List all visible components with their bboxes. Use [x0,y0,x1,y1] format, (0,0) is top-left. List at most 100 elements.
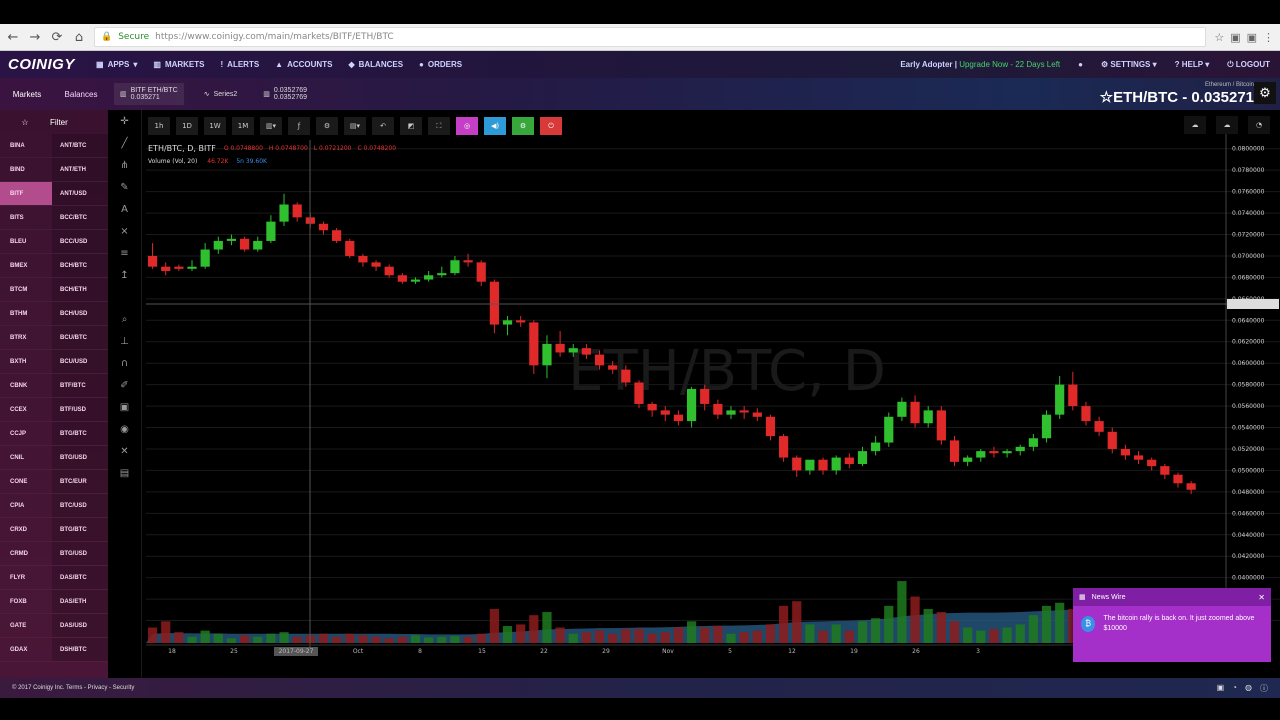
sidebar-row[interactable]: BIND ANT/ETH [0,158,108,182]
crosshair-icon[interactable]: ✛ [108,110,141,132]
market-pair[interactable]: BTC/USD [52,494,108,517]
address-bar[interactable]: 🔒 Secure https://www.coinigy.com/main/ma… [94,27,1207,47]
exchange-code[interactable]: BITF [0,182,52,205]
news-wire-popup[interactable]: ▦ News Wire ✕ ₿ The bitcoin rally is bac… [1073,588,1271,662]
fullscreen-icon[interactable]: ⛶ [428,117,450,135]
market-pair[interactable]: DAS/BTC [52,566,108,589]
market-pair[interactable]: BTF/BTC [52,374,108,397]
sidebar-row[interactable]: CCEX BTF/USD [0,398,108,422]
volume-icon[interactable]: ◀) [484,117,506,135]
exchange-code[interactable]: BINA [0,143,52,149]
sidebar-row[interactable]: BTCM BCH/ETH [0,278,108,302]
exchange-code[interactable]: CRXD [0,527,52,533]
chart-tab-3[interactable]: ▥ 0.0352769 0.0352769 [257,83,313,105]
arrow-icon[interactable]: ↥ [108,264,141,286]
pencil-icon[interactable]: ✐ [108,374,141,396]
camera-icon[interactable]: ◩ [400,117,422,135]
market-pair[interactable]: BTG/USD [52,542,108,565]
trash-icon[interactable]: ▤ [108,462,141,484]
sidebar-row[interactable]: CBNK BTF/BTC [0,374,108,398]
market-pair[interactable]: BCC/BTC [52,206,108,229]
nav-balances[interactable]: ◆ BALANCES [348,60,403,69]
indicators-icon[interactable]: ƒ [288,117,310,135]
nav-orders[interactable]: ● ORDERS [419,60,462,69]
sidebar-row[interactable]: CCJP BTG/BTC [0,422,108,446]
nav-alerts[interactable]: ! ALERTS [221,60,260,69]
exchange-code[interactable]: BTHM [0,311,52,317]
exchange-code[interactable]: BITS [0,215,52,221]
market-pair[interactable]: BTG/BTC [52,422,108,445]
sell-icon[interactable]: ⏻ [540,117,562,135]
sidebar-row[interactable]: CNIL BTG/USD [0,446,108,470]
chat-icon[interactable]: ◔ [1232,683,1237,694]
symbol-label[interactable]: ETH/BTC, D, BITF [148,144,216,153]
market-pair[interactable]: BCU/USD [52,350,108,373]
gear-icon[interactable]: ⚙ [1254,82,1276,104]
market-pair[interactable]: BCH/BTC [52,254,108,277]
magnet-icon[interactable]: ∩ [108,352,141,374]
nav-help[interactable]: ? HELP ▾ [1175,60,1210,69]
home-icon[interactable]: ⌂ [72,30,86,45]
status-icon[interactable]: ▣ [1217,683,1225,694]
sidebar-row[interactable]: GATE DAS/USD [0,614,108,638]
forward-icon[interactable]: → [28,30,42,45]
lock-tool-icon[interactable]: ▣ [108,396,141,418]
favorites-star-icon[interactable]: ☆ [0,118,50,127]
gauge-icon[interactable]: ◔ [1248,116,1270,134]
trendline-icon[interactable]: ╱ [108,132,141,154]
template-icon[interactable]: ▤▾ [344,117,366,135]
interval-1d[interactable]: 1D [176,117,198,135]
sidebar-row[interactable]: CPIA BTC/USD [0,494,108,518]
nav-settings[interactable]: ⚙ SETTINGS ▾ [1101,60,1157,69]
extension-icon[interactable]: ▣ [1247,31,1257,44]
exchange-code[interactable]: BXTH [0,359,52,365]
coinigy-logo[interactable]: COINIGY [0,56,96,73]
tab-balances[interactable]: Balances [54,90,108,99]
sidebar-row[interactable]: CRMD BTG/USD [0,542,108,566]
exchange-code[interactable]: BTRX [0,335,52,341]
sidebar-row[interactable]: BXTH BCU/USD [0,350,108,374]
exchange-code[interactable]: CPIA [0,503,52,509]
menu-icon[interactable]: ⋮ [1263,31,1274,44]
market-pair[interactable]: BTG/USD [52,446,108,469]
exchange-code[interactable]: CBNK [0,383,52,389]
sidebar-row[interactable]: FOXB DAS/ETH [0,590,108,614]
eye-icon[interactable]: ◉ [108,418,141,440]
sidebar-row[interactable]: BMEX BCH/BTC [0,254,108,278]
exchange-code[interactable]: CRMD [0,551,52,557]
extension-icon[interactable]: ▣ [1230,31,1240,44]
exchange-code[interactable]: BMEX [0,263,52,269]
market-pair[interactable]: ANT/BTC [52,134,108,157]
buy-icon[interactable]: ⚙ [512,117,534,135]
exchange-code[interactable]: BIND [0,167,52,173]
sidebar-row[interactable]: BINA ANT/BTC [0,134,108,158]
nav-accounts[interactable]: ▲ ACCOUNTS [275,60,332,69]
sidebar-row[interactable]: CRXD BTG/BTC [0,518,108,542]
market-pair[interactable]: ANT/ETH [52,158,108,181]
pitchfork-icon[interactable]: ⋔ [108,154,141,176]
market-pair[interactable]: BTF/USD [52,398,108,421]
nav-markets[interactable]: ▥ MARKETS [153,60,204,69]
notification-icon[interactable]: ● [1078,60,1083,69]
interval-1h[interactable]: 1h [148,117,170,135]
sidebar-row[interactable]: FLYR DAS/BTC [0,566,108,590]
notification-bell-icon[interactable]: ◍ [1245,683,1252,694]
undo-icon[interactable]: ↶ [372,117,394,135]
back-icon[interactable]: ← [6,30,20,45]
candle-type-icon[interactable]: ▥▾ [260,117,282,135]
exchange-code[interactable]: CCJP [0,431,52,437]
nav-apps[interactable]: ▦ APPS ▾ [96,60,137,69]
cloud-icon[interactable]: ☁ [1184,116,1206,134]
market-pair[interactable]: ANT/USD [52,182,108,205]
exchange-code[interactable]: FOXB [0,599,52,605]
upgrade-link[interactable]: Upgrade Now - 22 Days Left [959,60,1060,69]
exchange-code[interactable]: GDAX [0,647,52,653]
chart-tab-series2[interactable]: ∿ Series2 [198,83,244,105]
info-icon[interactable]: ⓘ [1260,683,1268,694]
filter-input[interactable]: Filter [50,118,68,127]
exchange-code[interactable]: CNIL [0,455,52,461]
market-pair[interactable]: BCH/ETH [52,278,108,301]
sidebar-row[interactable]: GDAX DSH/BTC [0,638,108,662]
remove-icon[interactable]: ✕ [108,440,141,462]
market-pair[interactable]: BCU/BTC [52,326,108,349]
